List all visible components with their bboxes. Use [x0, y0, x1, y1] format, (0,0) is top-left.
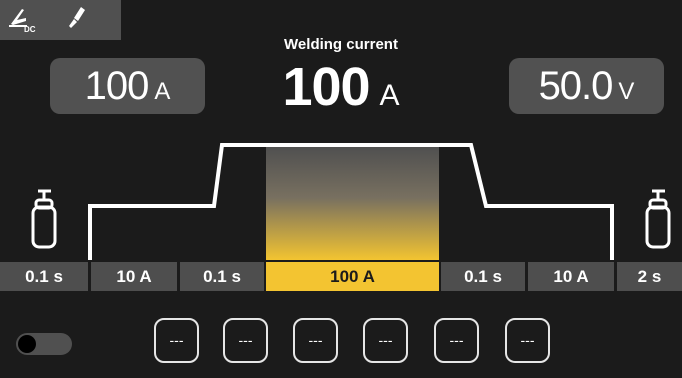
segment-start-current[interactable]: 10 A [91, 262, 177, 291]
segment-gas-postflow[interactable]: 2 s [617, 262, 682, 291]
gas-cylinder-icon [31, 189, 57, 249]
memory-slot-5[interactable]: --- [434, 318, 479, 363]
main-current-value: 100 [282, 57, 370, 117]
segment-end-current[interactable]: 10 A [528, 262, 614, 291]
segment-gas-preflow[interactable]: 0.1 s [0, 262, 88, 291]
welding-cycle-curve [88, 143, 614, 260]
main-current-unit: A [379, 79, 400, 112]
dc-mode-label: DC [24, 25, 36, 34]
toggle-switch[interactable] [16, 333, 72, 355]
segment-welding-current[interactable]: 100 A [266, 262, 439, 291]
memory-slot-4[interactable]: --- [363, 318, 408, 363]
voltage-display[interactable]: 50.0 V [509, 58, 664, 114]
welder-screen: DC Welding current 100 A 100 A 50.0 V 0.… [0, 0, 682, 378]
toggle-knob [18, 335, 36, 353]
page-title: Welding current [284, 36, 398, 53]
current-display[interactable]: 100 A [50, 58, 205, 114]
voltage-display-value: 50.0 [538, 64, 614, 108]
active-phase-highlight [266, 147, 439, 260]
current-display-value: 100 [84, 64, 150, 108]
gas-cylinder-icon [645, 189, 671, 249]
torch-icon[interactable] [66, 6, 88, 30]
mode-strip: DC [0, 0, 121, 40]
segment-upslope[interactable]: 0.1 s [180, 262, 264, 291]
segment-downslope[interactable]: 0.1 s [441, 262, 525, 291]
cycle-parameter-bar: 0.1 s 10 A 0.1 s 100 A 0.1 s 10 A 2 s [0, 260, 682, 293]
memory-slot-2[interactable]: --- [223, 318, 268, 363]
memory-slot-3[interactable]: --- [293, 318, 338, 363]
current-display-unit: A [154, 78, 171, 105]
voltage-display-unit: V [618, 78, 635, 105]
memory-slot-1[interactable]: --- [154, 318, 199, 363]
memory-slot-6[interactable]: --- [505, 318, 550, 363]
